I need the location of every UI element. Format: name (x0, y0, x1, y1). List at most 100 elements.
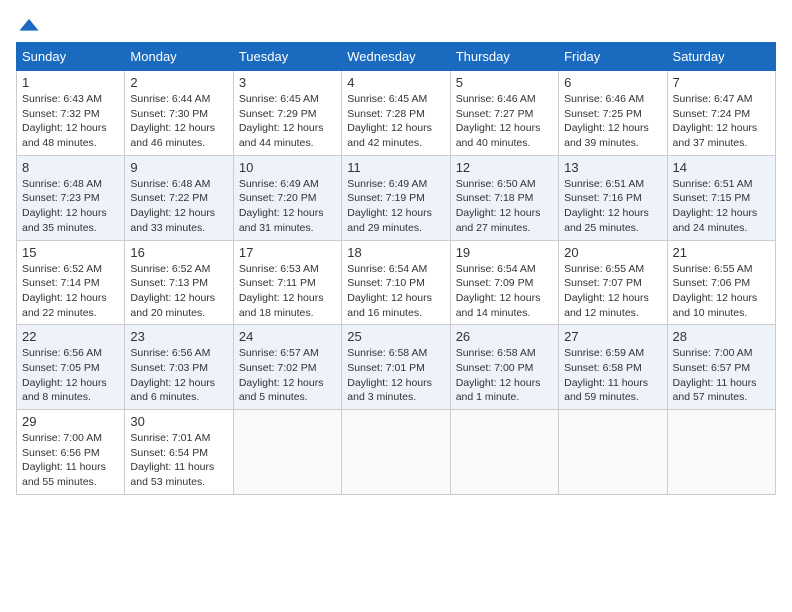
day-info: Sunrise: 6:55 AMSunset: 7:07 PMDaylight:… (564, 262, 661, 321)
calendar-cell: 24 Sunrise: 6:57 AMSunset: 7:02 PMDayligh… (233, 325, 341, 410)
day-number: 3 (239, 75, 336, 90)
weekday-header: Tuesday (233, 43, 341, 71)
calendar-cell (667, 410, 775, 495)
day-number: 5 (456, 75, 553, 90)
calendar-cell: 8 Sunrise: 6:48 AMSunset: 7:23 PMDaylight… (17, 155, 125, 240)
day-info: Sunrise: 6:48 AMSunset: 7:22 PMDaylight:… (130, 177, 227, 236)
day-number: 4 (347, 75, 444, 90)
day-number: 18 (347, 245, 444, 260)
calendar-week-row: 8 Sunrise: 6:48 AMSunset: 7:23 PMDaylight… (17, 155, 776, 240)
calendar-cell: 21 Sunrise: 6:55 AMSunset: 7:06 PMDayligh… (667, 240, 775, 325)
calendar-cell: 11 Sunrise: 6:49 AMSunset: 7:19 PMDayligh… (342, 155, 450, 240)
day-info: Sunrise: 6:45 AMSunset: 7:29 PMDaylight:… (239, 92, 336, 151)
calendar-cell: 1 Sunrise: 6:43 AMSunset: 7:32 PMDaylight… (17, 71, 125, 156)
calendar-cell: 9 Sunrise: 6:48 AMSunset: 7:22 PMDaylight… (125, 155, 233, 240)
day-info: Sunrise: 6:48 AMSunset: 7:23 PMDaylight:… (22, 177, 119, 236)
day-info: Sunrise: 6:46 AMSunset: 7:25 PMDaylight:… (564, 92, 661, 151)
day-info: Sunrise: 7:00 AMSunset: 6:57 PMDaylight:… (673, 346, 770, 405)
calendar-cell: 13 Sunrise: 6:51 AMSunset: 7:16 PMDayligh… (559, 155, 667, 240)
day-number: 11 (347, 160, 444, 175)
day-info: Sunrise: 6:56 AMSunset: 7:05 PMDaylight:… (22, 346, 119, 405)
day-number: 16 (130, 245, 227, 260)
calendar-cell: 3 Sunrise: 6:45 AMSunset: 7:29 PMDaylight… (233, 71, 341, 156)
day-info: Sunrise: 6:49 AMSunset: 7:19 PMDaylight:… (347, 177, 444, 236)
day-info: Sunrise: 6:52 AMSunset: 7:13 PMDaylight:… (130, 262, 227, 321)
day-info: Sunrise: 6:54 AMSunset: 7:09 PMDaylight:… (456, 262, 553, 321)
calendar-cell: 14Sunrise: 6:51 AMSunset: 7:15 PMDayligh… (667, 155, 775, 240)
calendar-cell: 18 Sunrise: 6:54 AMSunset: 7:10 PMDayligh… (342, 240, 450, 325)
calendar-cell: 10 Sunrise: 6:49 AMSunset: 7:20 PMDayligh… (233, 155, 341, 240)
calendar-cell: 2Sunrise: 6:44 AMSunset: 7:30 PMDaylight… (125, 71, 233, 156)
weekday-header: Sunday (17, 43, 125, 71)
day-info: Sunrise: 6:49 AMSunset: 7:20 PMDaylight:… (239, 177, 336, 236)
calendar-cell: 7 Sunrise: 6:47 AMSunset: 7:24 PMDaylight… (667, 71, 775, 156)
page-header (16, 16, 776, 34)
weekday-header: Wednesday (342, 43, 450, 71)
day-info: Sunrise: 6:55 AMSunset: 7:06 PMDaylight:… (673, 262, 770, 321)
calendar-cell: 23 Sunrise: 6:56 AMSunset: 7:03 PMDayligh… (125, 325, 233, 410)
day-info: Sunrise: 6:53 AMSunset: 7:11 PMDaylight:… (239, 262, 336, 321)
day-number: 27 (564, 329, 661, 344)
weekday-header: Thursday (450, 43, 558, 71)
calendar-cell: 16 Sunrise: 6:52 AMSunset: 7:13 PMDayligh… (125, 240, 233, 325)
day-info: Sunrise: 6:45 AMSunset: 7:28 PMDaylight:… (347, 92, 444, 151)
day-number: 12 (456, 160, 553, 175)
day-number: 1 (22, 75, 119, 90)
calendar-cell: 27 Sunrise: 6:59 AMSunset: 6:58 PMDayligh… (559, 325, 667, 410)
calendar-cell: 6 Sunrise: 6:46 AMSunset: 7:25 PMDaylight… (559, 71, 667, 156)
calendar-cell (450, 410, 558, 495)
calendar-cell (342, 410, 450, 495)
day-info: Sunrise: 6:59 AMSunset: 6:58 PMDaylight:… (564, 346, 661, 405)
day-info: Sunrise: 6:43 AMSunset: 7:32 PMDaylight:… (22, 92, 119, 151)
day-number: 7 (673, 75, 770, 90)
day-number: 14 (673, 160, 770, 175)
day-number: 29 (22, 414, 119, 429)
calendar-cell: 29 Sunrise: 7:00 AMSunset: 6:56 PMDayligh… (17, 410, 125, 495)
day-info: Sunrise: 6:46 AMSunset: 7:27 PMDaylight:… (456, 92, 553, 151)
calendar-cell: 19 Sunrise: 6:54 AMSunset: 7:09 PMDayligh… (450, 240, 558, 325)
calendar-cell: 12 Sunrise: 6:50 AMSunset: 7:18 PMDayligh… (450, 155, 558, 240)
calendar-week-row: 15 Sunrise: 6:52 AMSunset: 7:14 PMDayligh… (17, 240, 776, 325)
calendar-cell (233, 410, 341, 495)
day-number: 24 (239, 329, 336, 344)
day-info: Sunrise: 6:51 AMSunset: 7:16 PMDaylight:… (564, 177, 661, 236)
day-number: 6 (564, 75, 661, 90)
day-info: Sunrise: 6:58 AMSunset: 7:01 PMDaylight:… (347, 346, 444, 405)
day-info: Sunrise: 6:44 AMSunset: 7:30 PMDaylight:… (130, 92, 227, 151)
day-number: 17 (239, 245, 336, 260)
day-info: Sunrise: 6:57 AMSunset: 7:02 PMDaylight:… (239, 346, 336, 405)
day-info: Sunrise: 6:52 AMSunset: 7:14 PMDaylight:… (22, 262, 119, 321)
day-number: 28 (673, 329, 770, 344)
calendar-cell: 25 Sunrise: 6:58 AMSunset: 7:01 PMDayligh… (342, 325, 450, 410)
day-info: Sunrise: 6:56 AMSunset: 7:03 PMDaylight:… (130, 346, 227, 405)
day-number: 9 (130, 160, 227, 175)
calendar-cell: 26 Sunrise: 6:58 AMSunset: 7:00 PMDayligh… (450, 325, 558, 410)
day-number: 10 (239, 160, 336, 175)
calendar-body: 1 Sunrise: 6:43 AMSunset: 7:32 PMDaylight… (17, 71, 776, 495)
day-info: Sunrise: 6:58 AMSunset: 7:00 PMDaylight:… (456, 346, 553, 405)
day-number: 25 (347, 329, 444, 344)
day-info: Sunrise: 6:47 AMSunset: 7:24 PMDaylight:… (673, 92, 770, 151)
day-number: 19 (456, 245, 553, 260)
logo-icon (18, 16, 40, 38)
logo (16, 16, 40, 34)
calendar-cell: 20 Sunrise: 6:55 AMSunset: 7:07 PMDayligh… (559, 240, 667, 325)
day-number: 30 (130, 414, 227, 429)
calendar-cell: 22Sunrise: 6:56 AMSunset: 7:05 PMDayligh… (17, 325, 125, 410)
day-number: 20 (564, 245, 661, 260)
day-number: 8 (22, 160, 119, 175)
day-number: 26 (456, 329, 553, 344)
day-info: Sunrise: 6:54 AMSunset: 7:10 PMDaylight:… (347, 262, 444, 321)
calendar-week-row: 29 Sunrise: 7:00 AMSunset: 6:56 PMDayligh… (17, 410, 776, 495)
day-info: Sunrise: 6:50 AMSunset: 7:18 PMDaylight:… (456, 177, 553, 236)
day-info: Sunrise: 7:00 AMSunset: 6:56 PMDaylight:… (22, 431, 119, 490)
calendar-cell: 5 Sunrise: 6:46 AMSunset: 7:27 PMDaylight… (450, 71, 558, 156)
day-number: 15 (22, 245, 119, 260)
weekday-header: Friday (559, 43, 667, 71)
day-number: 21 (673, 245, 770, 260)
day-number: 13 (564, 160, 661, 175)
calendar-cell: 17 Sunrise: 6:53 AMSunset: 7:11 PMDayligh… (233, 240, 341, 325)
calendar-header-row: SundayMondayTuesdayWednesdayThursdayFrid… (17, 43, 776, 71)
day-number: 23 (130, 329, 227, 344)
calendar-cell: 4 Sunrise: 6:45 AMSunset: 7:28 PMDaylight… (342, 71, 450, 156)
